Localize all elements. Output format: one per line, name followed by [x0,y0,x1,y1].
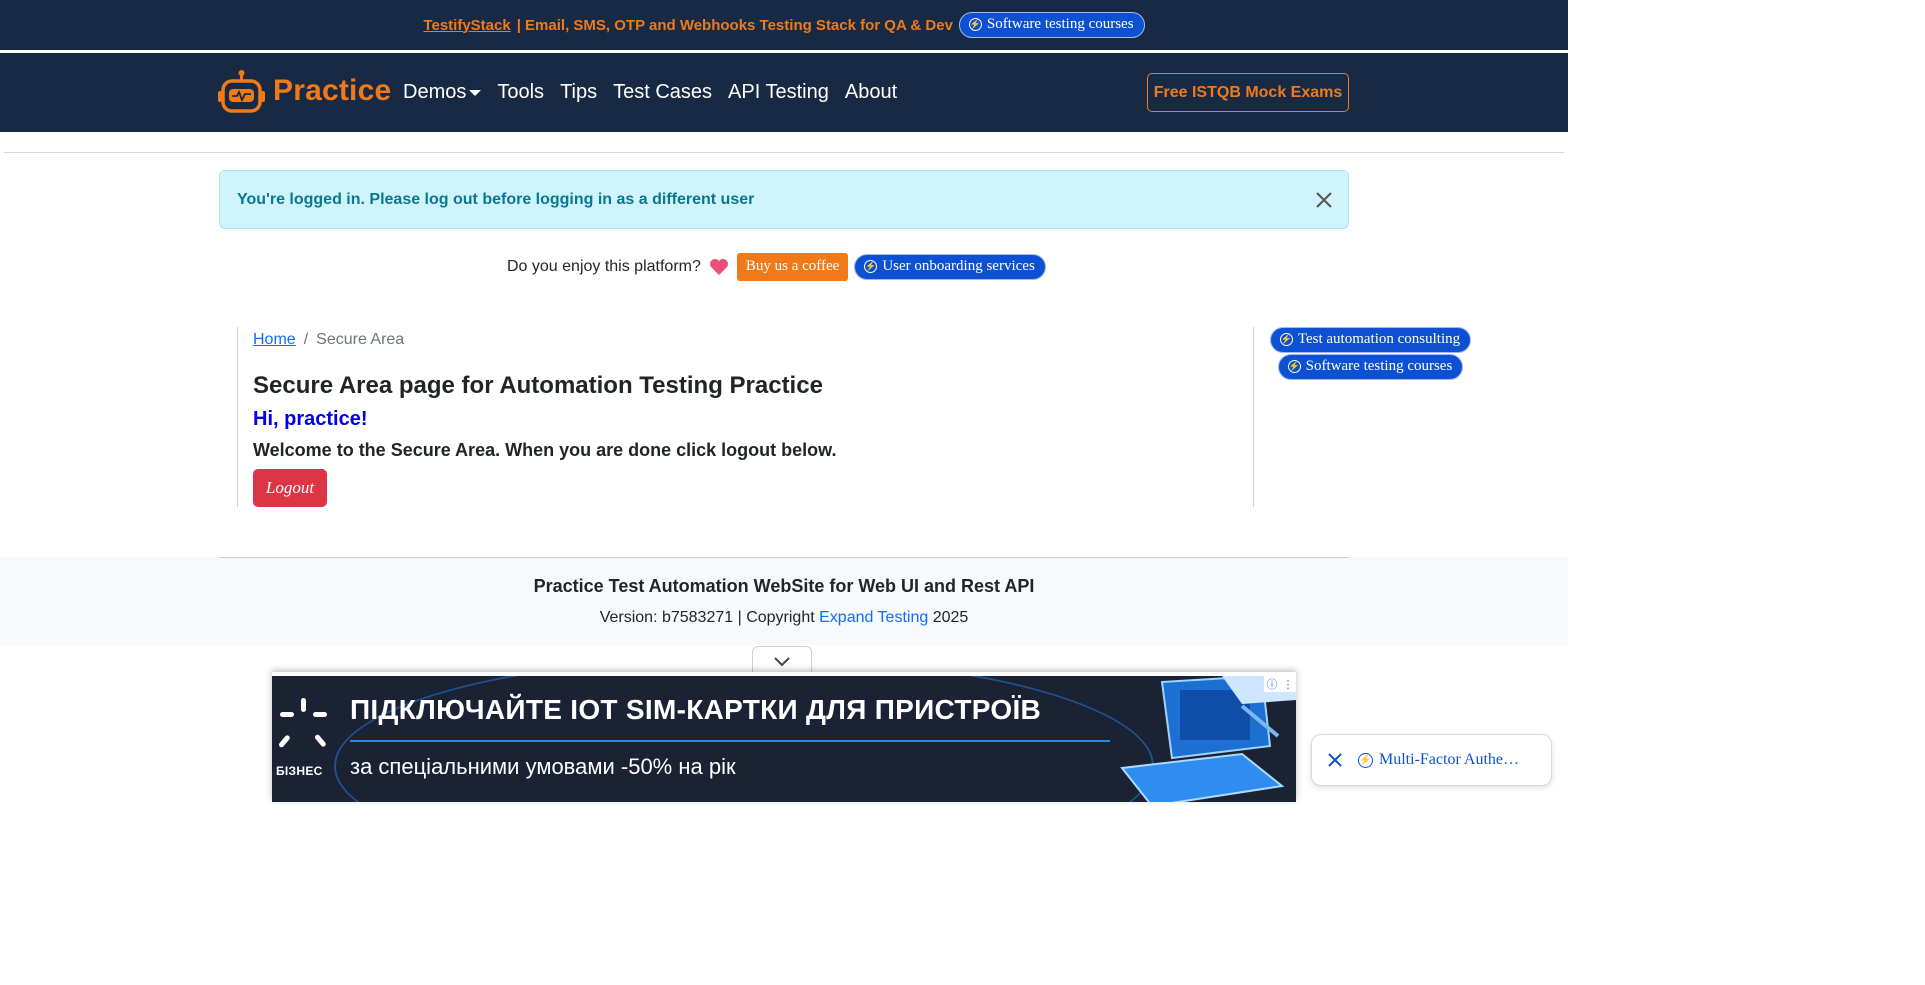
enjoy-row: Do you enjoy this platform? Buy us a cof… [507,253,1046,281]
info-icon[interactable]: ⓘ [1267,676,1278,692]
bolt-icon: ⚡ [864,260,878,273]
chevron-down-icon [774,656,790,666]
kyivstar-logo-icon [278,698,327,748]
caret-down-icon [469,89,482,96]
logo-text: Practice [273,74,392,107]
bolt-icon: ⚡ [1287,360,1301,373]
breadcrumb-separator: / [303,331,309,348]
floating-label: Multi-Factor Authe… [1379,751,1519,768]
testifystack-link[interactable]: TestifyStack [423,17,510,34]
close-icon[interactable] [1328,753,1342,767]
enjoy-question: Do you enjoy this platform? [507,258,701,275]
login-alert: You're logged in. Please log out before … [219,170,1349,229]
pill-label: User onboarding services [882,258,1035,274]
logo[interactable]: Practice [218,69,391,113]
istqb-mock-exams-button[interactable]: Free ISTQB Mock Exams [1147,73,1349,112]
buy-coffee-button[interactable]: Buy us a coffee [736,253,849,281]
close-icon[interactable] [1314,190,1334,210]
welcome-message: Welcome to the Secure Area. When you are… [253,440,837,460]
side-pills: ⚡ Test automation consulting ⚡ Software … [1263,327,1478,380]
breadcrumb-current: Secure Area [316,331,405,348]
ad-headline: ПІДКЛЮЧАЙТЕ IOT SIM-КАРТКИ ДЛЯ ПРИСТРОЇВ [350,694,1042,725]
nav-api-testing[interactable]: API Testing [728,81,829,104]
software-testing-courses-pill[interactable]: ⚡ Software testing courses [1277,354,1464,380]
nav-demos[interactable]: Demos [403,81,482,104]
test-automation-consulting-pill[interactable]: ⚡ Test automation consulting [1269,327,1472,353]
logout-button[interactable]: Logout [253,469,327,507]
laptop-illustration-icon [1120,676,1296,802]
ad-decoration [334,676,1154,802]
pill-label: Test automation consulting [1297,331,1461,347]
expand-testing-link[interactable]: Expand Testing [819,609,928,626]
nav-links: Demos Tools Tips Test Cases API Testing … [403,81,897,104]
breadcrumb-home[interactable]: Home [253,331,296,348]
more-icon[interactable]: ⋮ [1283,678,1294,691]
promo-bar: TestifyStack | Email, SMS, OTP and Webho… [0,0,1568,50]
version-text: Version: b7583271 | Copyright [599,609,820,626]
ad-logo-text: БІЗНЕС [276,764,323,778]
breadcrumb: Home / Secure Area [253,331,404,349]
floating-link[interactable]: ⚡ Multi-Factor Authe… [1358,751,1519,769]
robot-icon [218,70,265,113]
page-title: Secure Area page for Automation Testing … [253,372,823,399]
nav-demos-label: Demos [403,81,467,103]
bolt-icon: ⚡ [1279,333,1293,346]
greeting: Hi, practice! [253,408,368,430]
navbar: Practice Demos Tools Tips Test Cases API… [0,53,1568,132]
ad-divider [350,740,1110,742]
nav-about[interactable]: About [845,81,897,104]
footer-version: Version: b7583271 | Copyright Expand Tes… [0,609,1568,627]
user-onboarding-pill[interactable]: ⚡ User onboarding services [854,254,1046,280]
bolt-icon: ⚡ [968,18,982,31]
ad-subline: за спеціальними умовами -50% на рік [350,754,736,779]
nav-test-cases[interactable]: Test Cases [613,81,712,104]
main-content: Home / Secure Area Secure Area page for Au… [237,327,1254,507]
alert-message: You're logged in. Please log out before … [237,191,755,208]
copyright-year: 2025 [928,609,969,626]
floating-suggestion[interactable]: ⚡ Multi-Factor Authe… [1311,734,1552,786]
pill-label: Software testing courses [1305,358,1453,374]
bolt-icon: ⚡ [1358,752,1373,768]
promo-text: | Email, SMS, OTP and Webhooks Testing S… [516,16,953,34]
pill-label: Software testing courses [986,16,1134,32]
divider [4,152,1564,153]
footer-title: Practice Test Automation WebSite for Web… [533,576,1035,596]
heart-icon [709,259,728,275]
software-testing-courses-pill[interactable]: ⚡ Software testing courses [958,12,1145,38]
ad-banner[interactable]: БІЗНЕС ПІДКЛЮЧАЙТЕ IOT SIM-КАРТКИ ДЛЯ ПР… [272,672,1296,802]
nav-tools[interactable]: Tools [497,81,544,104]
ad-info[interactable]: ⓘ ⋮ [1264,676,1296,692]
footer: Practice Test Automation WebSite for Web… [0,557,1568,645]
divider [219,557,1349,558]
nav-tips[interactable]: Tips [560,81,597,104]
